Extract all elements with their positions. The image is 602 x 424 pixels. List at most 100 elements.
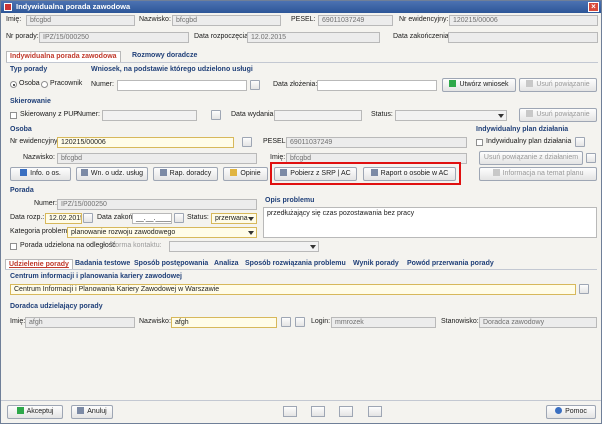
header-nrewid-field[interactable]: 120215/00006 <box>449 15 598 26</box>
skier-numer-label: Numer: <box>77 111 100 118</box>
wniosek-usun-label: Usuń powiązanie <box>536 81 590 88</box>
skierowany-checkbox[interactable] <box>10 112 17 119</box>
header-imie-field[interactable]: bfcgbd <box>26 15 135 26</box>
header-nrporady-field[interactable]: IPZ/15/000250 <box>39 32 189 43</box>
doradca-login-label: Login: <box>311 318 331 325</box>
odleglosc-checkbox[interactable] <box>10 243 17 250</box>
prev-record-icon[interactable] <box>311 406 325 417</box>
doradca-nazwisko-field[interactable]: afgh <box>171 317 277 328</box>
porada-window: Indywidualna porada zawodowa × Imię: bfc… <box>0 0 602 424</box>
anuluj-button[interactable]: Anuluj <box>71 405 113 419</box>
porada-datarozp-field[interactable]: 12.02.2015 <box>45 213 82 224</box>
porada-kat-value: planowanie rozwoju zawodowego <box>71 229 176 236</box>
ipd-title: Indywidualny plan działania <box>476 126 569 133</box>
centrum-title: Centrum informacji i planowania kariery … <box>10 273 182 280</box>
unlink-icon <box>526 80 534 87</box>
next-record-icon[interactable] <box>339 406 353 417</box>
opinion-icon <box>230 169 238 176</box>
osoba-pesel-field[interactable]: 69011037249 <box>286 137 467 148</box>
skier-browse-icon[interactable] <box>211 110 221 120</box>
last-record-icon[interactable] <box>368 406 382 417</box>
first-record-icon[interactable] <box>283 406 297 417</box>
porada-status-label: Status: <box>187 214 209 221</box>
osoba-browse-icon[interactable] <box>242 137 252 147</box>
wn-udz-uslug-button[interactable]: Wn. o udz. usług <box>76 167 148 181</box>
rap-doradcy-button[interactable]: Rap. doradcy <box>153 167 218 181</box>
header-pesel-label: PESEL: <box>291 16 316 23</box>
search-icon[interactable] <box>281 317 291 327</box>
help-icon <box>555 407 563 414</box>
porada-numer-label: Numer: <box>34 200 57 207</box>
skier-data-field[interactable] <box>274 110 362 121</box>
header-nazwisko-label: Nazwisko: <box>139 16 171 23</box>
akceptuj-button[interactable]: Akceptuj <box>7 405 63 419</box>
info-icon <box>20 169 28 176</box>
chevron-down-icon <box>248 217 254 221</box>
rap-doradcy-label: Rap. doradcy <box>169 170 212 177</box>
calendar-icon[interactable] <box>83 213 93 223</box>
ipd-checkbox[interactable] <box>476 139 483 146</box>
radio-osoba-label: Osoba <box>19 80 40 87</box>
utworz-wniosek-label: Utwórz wniosek <box>459 81 509 88</box>
ipd-info-label: Informacja na temat planu <box>502 170 584 177</box>
chevron-down-icon <box>310 245 316 249</box>
porada-status-value: przerwana <box>215 215 248 222</box>
typ-porady-title: Typ porady <box>10 66 48 73</box>
osoba-nazwisko-field[interactable]: bfcgbd <box>57 153 257 164</box>
opinie-button[interactable]: Opinie <box>223 167 268 181</box>
osoba-nr-field[interactable]: 120215/00006 <box>57 137 234 148</box>
info-osoba-button[interactable]: Info. o os. <box>10 167 71 181</box>
wniosek-data-label: Data złożenia: <box>273 81 318 88</box>
wniosek-usun-button[interactable]: Usuń powiązanie <box>519 78 597 92</box>
porada-numer-field[interactable]: IPZ/15/000250 <box>57 199 257 210</box>
wniosek-data-field[interactable] <box>317 80 437 91</box>
clear-icon[interactable] <box>295 317 305 327</box>
skier-status-select[interactable] <box>395 110 507 121</box>
ipd-browse-icon[interactable] <box>575 137 585 147</box>
porada-status-select[interactable]: przerwana <box>211 213 257 224</box>
wniosek-browse-icon[interactable] <box>250 80 260 90</box>
opis-textarea[interactable]: przedłużający się czas pozostawania bez … <box>263 207 597 238</box>
radio-osoba[interactable] <box>10 81 17 88</box>
header-nrporady-label: Nr porady: <box>6 33 39 40</box>
chevron-down-icon <box>498 114 504 118</box>
header-nrewid-label: Nr ewidencyjny: <box>399 16 449 23</box>
porada-kat-select[interactable]: planowanie rozwoju zawodowego <box>67 227 257 238</box>
doradca-stan-field[interactable]: Doradca zawodowy <box>479 317 597 328</box>
ipd-remove-icon[interactable] <box>586 153 596 163</box>
porada-datarozp-label: Data rozp.: <box>10 214 45 221</box>
close-icon[interactable]: × <box>588 2 599 12</box>
search-icon[interactable] <box>579 284 589 294</box>
doradca-login-field[interactable]: mmrozek <box>331 317 436 328</box>
header-nazwisko-field[interactable]: bfcgbd <box>172 15 281 26</box>
pomoc-button[interactable]: Pomoc <box>546 405 596 419</box>
forma-kontaktu-select[interactable] <box>169 241 319 252</box>
utworz-wniosek-button[interactable]: Utwórz wniosek <box>442 78 516 92</box>
wniosek-title: Wniosek, na podstawie którego udzielono … <box>91 66 253 73</box>
check-icon <box>16 407 24 414</box>
header-datazak-field[interactable] <box>448 32 598 43</box>
title-bar: Indywidualna porada zawodowa × <box>1 1 601 13</box>
header-datarozp-field[interactable]: 12.02.2015 <box>247 32 380 43</box>
osoba-nr-label: Nr ewidencyjny: <box>10 138 60 145</box>
doradca-imie-field[interactable]: afgh <box>25 317 135 328</box>
skier-usun-button[interactable]: Usuń powiązanie <box>519 108 597 122</box>
skier-numer-field[interactable] <box>102 110 197 121</box>
doradca-nazwisko-label: Nazwisko: <box>139 318 171 325</box>
header-pesel-field[interactable]: 69011037249 <box>318 15 393 26</box>
ipd-checkbox-label: Indywidualny plan działania <box>486 138 572 145</box>
footer-separator <box>1 400 601 401</box>
porada-datazak-field[interactable]: __.__.____ <box>132 213 172 224</box>
radio-pracownik[interactable] <box>41 81 48 88</box>
tab-rozmowy-doradcze[interactable]: Rozmowy doradcze <box>129 51 200 62</box>
tab-indywidualna-porada[interactable]: Indywidualna porada zawodowa <box>6 51 121 62</box>
unlink-icon <box>526 110 534 117</box>
wniosek-numer-field[interactable] <box>117 80 247 91</box>
calendar-icon[interactable] <box>174 213 184 223</box>
forma-kontaktu-label: Forma kontaktu: <box>111 242 162 249</box>
centrum-field[interactable]: Centrum Informacji i Planowania Kariery … <box>10 284 576 295</box>
opinie-label: Opinie <box>240 170 261 177</box>
window-title: Indywidualna porada zawodowa <box>16 2 131 11</box>
ipd-info-button[interactable]: Informacja na temat planu <box>479 167 597 181</box>
ipd-usun-button[interactable]: Usuń powiązanie z działaniem <box>479 151 583 165</box>
